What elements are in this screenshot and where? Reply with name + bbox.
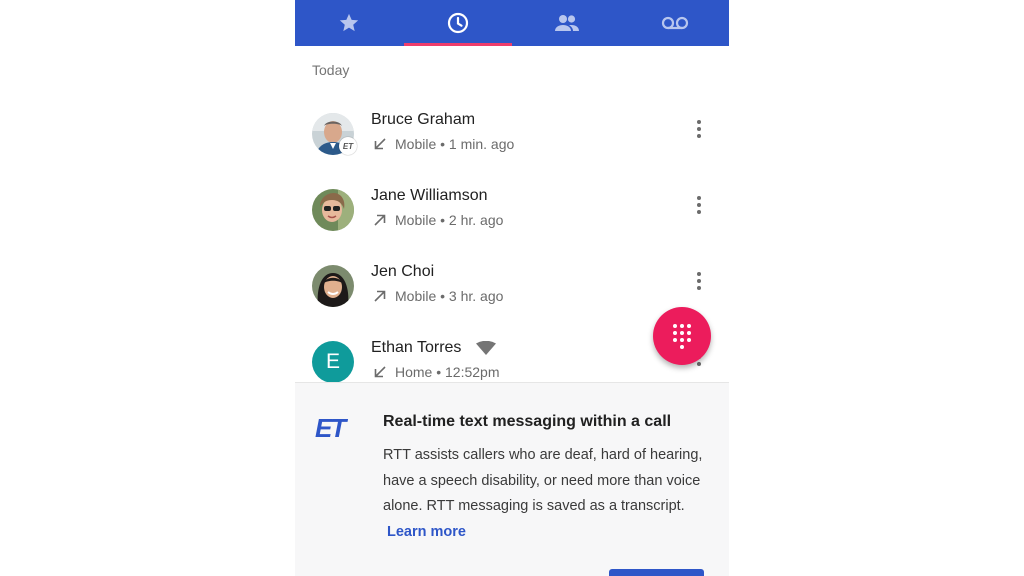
tab-voicemail[interactable] <box>621 0 729 46</box>
call-detail: Mobile • 2 hr. ago <box>373 212 503 228</box>
promo-body: RTT assists callers who are deaf, hard o… <box>383 443 703 545</box>
rtt-logo-icon: ET <box>315 413 346 443</box>
more-options-icon[interactable] <box>691 269 707 293</box>
more-options-icon[interactable] <box>691 193 707 217</box>
tab-bar <box>295 0 729 46</box>
contact-name: Ethan Torres <box>371 339 496 357</box>
call-detail-text: Mobile • 1 min. ago <box>395 136 515 152</box>
avatar-jane-williamson <box>312 189 354 231</box>
tab-favorites[interactable] <box>295 0 403 46</box>
tab-contacts[interactable] <box>513 0 621 46</box>
contact-name-text: Ethan Torres <box>371 339 462 356</box>
incoming-call-icon <box>374 366 386 378</box>
avatar-ethan-torres: E <box>312 341 354 383</box>
dialpad-fab-button[interactable] <box>653 307 711 365</box>
section-label-today: Today <box>312 62 350 78</box>
outgoing-call-icon <box>374 214 386 226</box>
call-row-bruce-graham[interactable]: ЕT Bruce Graham Mobile • 1 min. ago <box>295 111 729 189</box>
contact-name: Jane Williamson <box>371 187 488 204</box>
call-detail-text: Mobile • 2 hr. ago <box>395 212 504 228</box>
contact-name: Bruce Graham <box>371 111 476 128</box>
promo-title: Real-time text messaging within a call <box>383 413 672 430</box>
selected-tab-indicator <box>404 43 512 46</box>
contact-name: Jen Choi <box>371 263 435 280</box>
call-detail: Mobile • 1 min. ago <box>373 136 514 152</box>
avatar-jen-choi <box>312 265 354 307</box>
phone-screen: Today ЕT Bruce Graham Mobile • 1 min. ag… <box>295 0 729 576</box>
voicemail-icon <box>661 16 689 30</box>
call-detail-text: Mobile • 3 hr. ago <box>395 288 504 304</box>
learn-more-link[interactable]: Learn more <box>387 524 466 540</box>
call-detail-text: Home • 12:52pm <box>395 364 500 380</box>
rtt-promo-card: ET Real-time text messaging within a cal… <box>295 382 729 576</box>
promo-body-text: RTT assists callers who are deaf, hard o… <box>383 447 703 514</box>
promo-action-button[interactable] <box>609 569 704 576</box>
wifi-call-icon <box>475 340 496 355</box>
call-detail: Home • 12:52pm <box>373 364 500 380</box>
call-row-jane-williamson[interactable]: Jane Williamson Mobile • 2 hr. ago <box>295 187 729 265</box>
people-icon <box>555 15 579 31</box>
star-icon <box>339 13 359 32</box>
dialpad-icon <box>673 323 691 349</box>
tab-recents[interactable] <box>404 0 512 46</box>
clock-icon <box>447 12 469 34</box>
rtt-badge-icon: ЕT <box>339 137 357 155</box>
call-detail: Mobile • 3 hr. ago <box>373 288 503 304</box>
outgoing-call-icon <box>374 290 386 302</box>
more-options-icon[interactable] <box>691 117 707 141</box>
incoming-call-icon <box>374 138 386 150</box>
